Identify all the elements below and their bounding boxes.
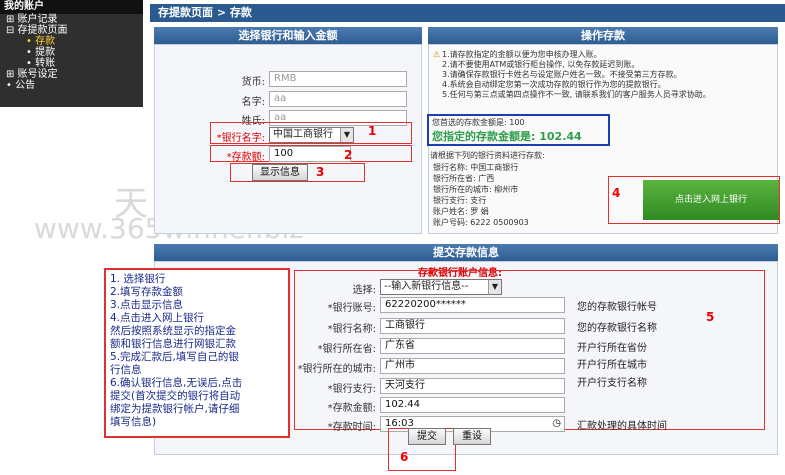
instruction-line: 填写信息): [110, 416, 157, 428]
instruction-line: 6.确认银行信息,无误后,点击: [110, 377, 243, 389]
warning-icon: ⚠: [433, 50, 441, 59]
chevron-down-icon: ▼: [488, 280, 501, 294]
sidebar-item-deposit-withdraw[interactable]: ⊟ 存提款页面: [0, 25, 143, 36]
province-input[interactable]: 广东省: [380, 338, 565, 354]
step-number-2: 2: [344, 148, 353, 162]
deposit-time-label: *存款时间:: [327, 422, 376, 433]
bank-city-info: 银行所在的城市: 柳州市: [433, 185, 519, 194]
city-input[interactable]: 广州市: [380, 358, 565, 374]
sidebar-item-announcement[interactable]: • 公告: [0, 80, 143, 91]
account-number-input[interactable]: 62220200******: [380, 297, 565, 313]
amount-label: *存款额:: [226, 152, 265, 163]
amount-input[interactable]: 100: [269, 146, 351, 162]
account-number-label: *银行账号:: [327, 303, 376, 314]
sidebar-item-withdraw[interactable]: • 提款: [0, 47, 143, 58]
note-1: 1.请存款指定的金额以便为您申核办理入账。: [442, 50, 602, 59]
instructions-box: 1. 选择银行 2.填写存款金额 3.点击显示信息 4.点击进入网上银行 然后按…: [104, 268, 290, 438]
note-2: 2.请不要使用ATM或银行柜台操作, 以免存款延迟到账。: [442, 60, 640, 69]
hint-account: 您的存款银行帐号: [577, 302, 657, 313]
submit-panel-title: 提交存款信息: [154, 244, 778, 261]
select-label: 选择:: [352, 285, 376, 296]
deposit-operation-panel-title: 操作存款: [428, 27, 778, 44]
deposit-amount-label: *存款金额:: [327, 403, 376, 414]
name-field: aa: [269, 91, 407, 107]
breadcrumb: 存提款页面 > 存款: [150, 4, 785, 22]
sidebar-item-records[interactable]: ⊞ 账户记录: [0, 14, 143, 25]
sidebar: 我的账户 ⊞ 账户记录 ⊟ 存提款页面 • 存款 • 提款 • 转账 ⊞ 账号设…: [0, 0, 143, 107]
hint-province: 开户行所在省份: [577, 343, 647, 354]
online-banking-button[interactable]: 点击进入网上银行: [643, 180, 779, 220]
sidebar-item-deposit[interactable]: • 存款: [0, 36, 143, 47]
step-number-5: 5: [706, 310, 715, 324]
instruction-line: 5.完成汇款后,填写自己的银: [110, 351, 239, 363]
instruction-line: 提交(首次提交的银行将自动: [110, 390, 241, 402]
deposit-amount-input[interactable]: 102.44: [380, 397, 565, 413]
bank-name-label: *银行名称:: [327, 324, 376, 335]
bank-info-select-value: --输入新银行信息--: [384, 281, 469, 292]
instruction-line: 1. 选择银行: [110, 273, 166, 285]
account-number-info: 账户号码: 6222 0500903: [433, 218, 529, 227]
currency-field: RMB: [269, 71, 407, 87]
branch-label: *银行支行:: [327, 384, 376, 395]
hint-bank-name: 您的存款银行名称: [577, 323, 657, 334]
step-number-6: 6: [400, 450, 409, 464]
note-5: 5.任何与第三点或第四点操作不一致, 请联系我们的客户服务人员寻求协助。: [442, 90, 711, 99]
chevron-down-icon: ▼: [340, 128, 353, 142]
selected-amount-text: 您首选的存款金额是: 100: [432, 118, 525, 127]
sidebar-item-transfer[interactable]: • 转账: [0, 58, 143, 69]
specified-amount-text: 您指定的存款金额是: 102.44: [432, 130, 582, 143]
hint-time: 汇款处理的具体时间: [577, 421, 667, 432]
province-label: *银行所在省:: [317, 344, 376, 355]
bank-branch-info: 银行支行: 支行: [433, 196, 487, 205]
step-number-3: 3: [316, 165, 325, 179]
instruction-line: 4.点击进入网上银行: [110, 312, 205, 324]
bank-select[interactable]: 中国工商银行 ▼: [269, 127, 354, 143]
hint-branch: 开户行支行名称: [577, 378, 647, 389]
instruction-line: 额和银行信息进行网银汇款: [110, 338, 236, 350]
clock-icon: ◷: [552, 418, 561, 429]
name-label: 名字:: [241, 97, 265, 108]
instruction-line: 然后按照系统显示的指定金: [110, 325, 236, 337]
sidebar-item-account-settings[interactable]: ⊞ 账号设定: [0, 69, 143, 80]
reset-button[interactable]: 重设: [453, 428, 491, 445]
bank-select-value: 中国工商银行: [273, 129, 333, 140]
currency-label: 货币:: [241, 77, 265, 88]
note-3: 3.请确保存款银行卡姓名与设定账户姓名一致。不接受第三方存款。: [442, 70, 682, 79]
instruction-line: 行信息: [110, 364, 142, 376]
bank-name-input[interactable]: 工商银行: [380, 318, 565, 334]
show-info-button[interactable]: 显示信息: [252, 164, 308, 181]
bank-info-select[interactable]: --输入新银行信息-- ▼: [380, 279, 502, 295]
hint-city: 开户行所在城市: [577, 360, 647, 371]
step-number-1: 1: [368, 124, 377, 138]
city-label: *银行所在的城市:: [297, 364, 376, 375]
account-name-info: 账户姓名: 罗 娟: [433, 207, 489, 216]
step-number-4: 4: [612, 186, 621, 200]
instruction-line: 绑定为提款银行帐户,请仔细: [110, 403, 240, 415]
bank-province-info: 银行所在省: 广西: [433, 174, 495, 183]
note-4: 4.系统会自动绑定您第一次成功存款的银行作为您的提款银行。: [442, 80, 666, 89]
bank-select-label: *银行名字:: [216, 133, 265, 144]
bank-amount-panel-title: 选择银行和输入金额: [154, 27, 422, 44]
submit-button[interactable]: 提交: [408, 428, 446, 445]
sidebar-title: 我的账户: [0, 0, 143, 14]
branch-input[interactable]: 天河支行: [380, 378, 565, 394]
transfer-intro: 请根据下列的银行资料进行存款:: [430, 151, 545, 160]
bank-name-info: 银行名称: 中国工商银行: [433, 163, 519, 172]
instruction-line: 2.填写存款金额: [110, 286, 184, 298]
instruction-line: 3.点击显示信息: [110, 299, 184, 311]
